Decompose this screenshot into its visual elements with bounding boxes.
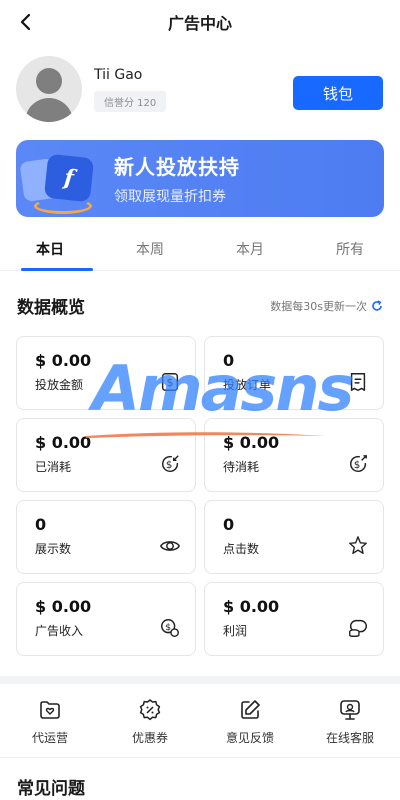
card-spend-amount[interactable]: $ 0.00 投放金额 $ [16,336,196,410]
shortcut-bar: 代运营 优惠券 意见反馈 在线客服 [0,684,400,758]
top-bar: 广告中心 [0,0,400,44]
profit-icon [349,619,367,638]
card-profit[interactable]: $ 0.00 利润 [204,582,384,656]
avatar[interactable] [16,56,82,122]
credit-badge: 信誉分 120 [94,90,167,112]
banner-subtitle: 领取展现量折扣券 [114,189,226,205]
back-button[interactable] [14,10,38,34]
overview-grid: $ 0.00 投放金额 $ 0 投放订单 $ 0.00 已消耗 $ $ 0.00… [0,336,400,656]
card-orders[interactable]: 0 投放订单 [204,336,384,410]
tab-month[interactable]: 本月 [200,231,300,270]
consumed-icon: $ [161,455,179,472]
heart-folder-icon [40,701,60,719]
banner-illustration: f [16,140,96,217]
card-clicks[interactable]: 0 点击数 [204,500,384,574]
refresh-icon [372,299,382,311]
card-consumed[interactable]: $ 0.00 已消耗 $ [16,418,196,492]
overview-header: 数据概览 数据每30s更新一次 [0,293,400,318]
shortcut-support[interactable]: 在线客服 [300,698,400,757]
feedback-edit-icon [241,700,260,719]
eye-icon [160,541,180,551]
promo-banner[interactable]: f 新人投放扶持 领取展现量折扣券 [16,140,384,217]
user-info: Tii Gao 信誉分 120 [94,66,167,112]
shortcut-managed-ops[interactable]: 代运营 [0,698,100,757]
refresh-note[interactable]: 数据每30s更新一次 [270,298,383,314]
wallet-button[interactable]: 钱包 [293,76,383,110]
dollar-box-icon: $ [161,373,179,391]
tab-week[interactable]: 本周 [100,231,200,270]
banner-title: 新人投放扶持 [114,155,240,179]
card-pending[interactable]: $ 0.00 待消耗 $ [204,418,384,492]
support-icon [340,700,360,720]
coin-icon: $ [161,619,179,637]
shortcut-coupons[interactable]: 优惠券 [100,698,200,757]
card-impressions[interactable]: 0 展示数 [16,500,196,574]
faq-title: 常见问题 [17,779,85,799]
user-name: Tii Gao [94,66,143,83]
svg-text:$: $ [166,460,172,471]
tab-today[interactable]: 本日 [0,231,100,271]
svg-text:$: $ [165,622,171,633]
svg-text:$: $ [354,460,360,471]
pending-icon: $ [349,455,367,472]
section-divider [0,676,400,684]
svg-text:$: $ [167,376,174,389]
order-icon [350,373,366,391]
profile-section: Tii Gao 信誉分 120 钱包 [0,44,400,134]
period-tabs: 本日 本周 本月 所有 [0,231,400,271]
coupon-icon [139,699,161,721]
chevron-left-icon [20,13,31,31]
section-title: 数据概览 [17,298,85,318]
shortcut-feedback[interactable]: 意见反馈 [200,698,300,757]
tab-all[interactable]: 所有 [300,231,400,270]
click-star-icon [349,536,367,555]
card-ad-revenue[interactable]: $ 0.00 广告收入 $ [16,582,196,656]
page-title: 广告中心 [167,14,232,33]
